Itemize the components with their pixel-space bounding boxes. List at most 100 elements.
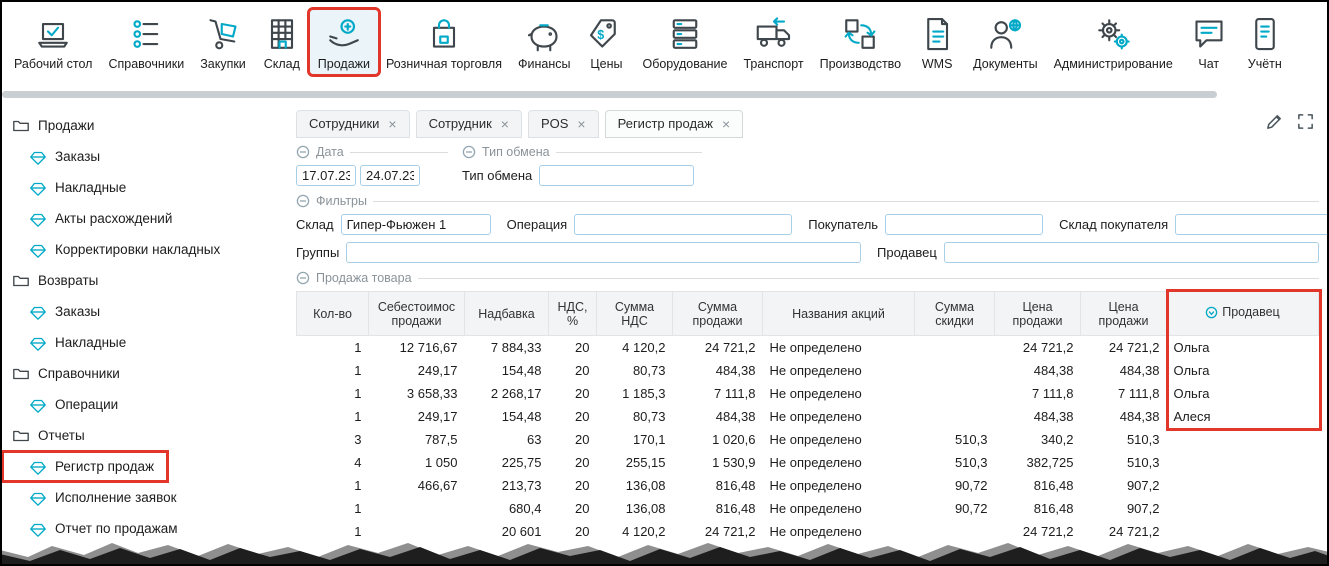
column-header[interactable]: Надбавка	[465, 292, 549, 336]
seller-input[interactable]	[944, 242, 1319, 263]
exchange-type-input[interactable]	[539, 165, 694, 186]
sidebar-item-return-invoices[interactable]: Накладные	[2, 327, 289, 358]
table-cell: 7 111,8	[995, 382, 1081, 405]
collapse-icon[interactable]	[296, 145, 310, 159]
tab-close-icon[interactable]: ×	[722, 117, 730, 131]
column-header[interactable]: Сумма продажи	[673, 292, 763, 336]
table-row[interactable]: 3787,56320170,11 020,6Не определено510,3…	[297, 428, 1319, 451]
toolbar-item-wms[interactable]: WMS	[909, 10, 965, 74]
toolbar-item-purchases[interactable]: Закупки	[192, 10, 254, 74]
tab-label: Сотрудники	[309, 116, 379, 131]
toolbar-item-finance[interactable]: Финансы	[510, 10, 578, 74]
collapse-icon[interactable]	[296, 271, 310, 285]
section-date: Дата	[296, 144, 448, 186]
toolbar-item-production[interactable]: Производство	[812, 10, 910, 74]
toolbar-item-documents[interactable]: Документы	[965, 10, 1045, 74]
table-header-row: Кол-во Себестоимос продажи Надбавка НДС,…	[297, 292, 1319, 336]
table-cell: 24 721,2	[673, 336, 763, 360]
table-cell: 510,3	[915, 428, 995, 451]
sidebar-item-operations[interactable]: Операции	[2, 389, 289, 420]
table-cell	[369, 497, 465, 520]
tab-close-icon[interactable]: ×	[388, 117, 396, 131]
sidebar-item-invoices[interactable]: Накладные	[2, 172, 289, 203]
toolbar-item-sales[interactable]: Продажи	[310, 10, 378, 74]
toolbar-item-directories[interactable]: Справочники	[100, 10, 192, 74]
sidebar-item-sales-report[interactable]: Отчет по продажам	[2, 513, 289, 544]
groups-input[interactable]	[346, 242, 861, 263]
tab-label: Сотрудник	[429, 116, 492, 131]
table-row[interactable]: 1680,420136,08816,48Не определено90,7281…	[297, 497, 1319, 520]
table-row[interactable]: 1249,17154,482080,73484,38Не определено4…	[297, 359, 1319, 382]
tab-employee[interactable]: Сотрудник ×	[416, 110, 522, 138]
sidebar-item-discrepancy-acts[interactable]: Акты расхождений	[2, 203, 289, 234]
sidebar-folder-reports[interactable]: Отчеты	[2, 420, 289, 451]
toolbar-item-label: Документы	[973, 57, 1037, 71]
toolbar-item-warehouse[interactable]: Склад	[254, 10, 310, 74]
sidebar-folder-returns[interactable]: Возвраты	[2, 265, 289, 296]
table-cell: 170,1	[597, 428, 673, 451]
table-cell: 136,08	[597, 474, 673, 497]
toolbar-item-accounting[interactable]: Учётн	[1237, 10, 1293, 74]
date-to-input[interactable]	[360, 165, 420, 186]
toolbar-item-administration[interactable]: Администрирование	[1046, 10, 1181, 74]
sidebar-item-orders[interactable]: Заказы	[2, 141, 289, 172]
column-header[interactable]: Кол-во	[297, 292, 369, 336]
table-row[interactable]: 112 716,677 884,33204 120,224 721,2Не оп…	[297, 336, 1319, 360]
column-header-seller[interactable]: Продавец	[1167, 292, 1319, 336]
table-cell: 154,48	[465, 359, 549, 382]
column-header[interactable]: Себестоимос продажи	[369, 292, 465, 336]
warehouse-input[interactable]	[341, 214, 491, 235]
table-row[interactable]: 1466,67213,7320136,08816,48Не определено…	[297, 474, 1319, 497]
sidebar-folder-directories[interactable]: Справочники	[2, 358, 289, 389]
date-from-input[interactable]	[296, 165, 356, 186]
column-header[interactable]: Сумма скидки	[915, 292, 995, 336]
table-row[interactable]: 1249,17154,482080,73484,38Не определено4…	[297, 405, 1319, 428]
table-row[interactable]: 120 601204 120,224 721,2Не определено24 …	[297, 520, 1319, 543]
column-header[interactable]: Цена продажи	[995, 292, 1081, 336]
tab-close-icon[interactable]: ×	[501, 117, 509, 131]
buyer-warehouse-input[interactable]	[1175, 214, 1329, 235]
column-header[interactable]: Цена продажи	[1081, 292, 1167, 336]
sidebar-item-order-fulfillment[interactable]: Исполнение заявок	[2, 482, 289, 513]
tab-sales-register[interactable]: Регистр продаж ×	[605, 110, 744, 138]
table-cell	[1167, 520, 1319, 543]
toolbar-item-retail[interactable]: Розничная торговля	[378, 10, 510, 74]
sidebar-item-label: Справочники	[38, 366, 120, 381]
operation-input[interactable]	[574, 214, 792, 235]
table-cell: Не определено	[763, 382, 915, 405]
sidebar-item-invoice-corrections[interactable]: Корректировки накладных	[2, 234, 289, 265]
toolbar-item-transport[interactable]: Транспорт	[736, 10, 812, 74]
toolbar-item-label: Продажи	[318, 57, 370, 71]
collapse-icon[interactable]	[462, 145, 476, 159]
table-row[interactable]: 41 050225,7520255,151 530,9Не определено…	[297, 451, 1319, 474]
toolbar-item-equipment[interactable]: Оборудование	[634, 10, 735, 74]
toolbar-item-desktop[interactable]: Рабочий стол	[6, 10, 100, 74]
table-cell: 20	[549, 428, 597, 451]
gem-icon	[29, 148, 47, 166]
main-content: Сотрудники × Сотрудник × POS × Регистр п…	[290, 102, 1327, 564]
sidebar-item-return-orders[interactable]: Заказы	[2, 296, 289, 327]
tab-pos[interactable]: POS ×	[528, 110, 599, 138]
collapse-icon[interactable]	[296, 194, 310, 208]
toolbar-item-prices[interactable]: $ Цены	[578, 10, 634, 74]
table-cell: 484,38	[673, 359, 763, 382]
sidebar-folder-sales[interactable]: Продажи	[2, 110, 289, 141]
column-header[interactable]: Названия акций	[763, 292, 915, 336]
fullscreen-icon[interactable]	[1296, 112, 1315, 131]
buyer-input[interactable]	[885, 214, 1043, 235]
toolbar-item-chat[interactable]: Чат	[1181, 10, 1237, 74]
tab-employees[interactable]: Сотрудники ×	[296, 110, 410, 138]
column-filter-icon[interactable]	[1205, 306, 1218, 319]
sidebar-item-sales-register[interactable]: Регистр продаж	[2, 451, 168, 482]
column-header[interactable]: НДС, %	[549, 292, 597, 336]
table-cell: 90,72	[915, 474, 995, 497]
table-cell: 24 721,2	[1081, 520, 1167, 543]
table-row[interactable]: 13 658,332 268,17201 185,37 111,8Не опре…	[297, 382, 1319, 405]
tab-close-icon[interactable]: ×	[577, 117, 585, 131]
toolbar-scrollbar[interactable]	[2, 91, 1217, 98]
table-cell	[915, 359, 995, 382]
column-header[interactable]: Сумма НДС	[597, 292, 673, 336]
tab-label: Регистр продаж	[618, 116, 713, 131]
edit-pencil-icon[interactable]	[1265, 112, 1284, 131]
table-cell: Ольга	[1167, 336, 1319, 360]
